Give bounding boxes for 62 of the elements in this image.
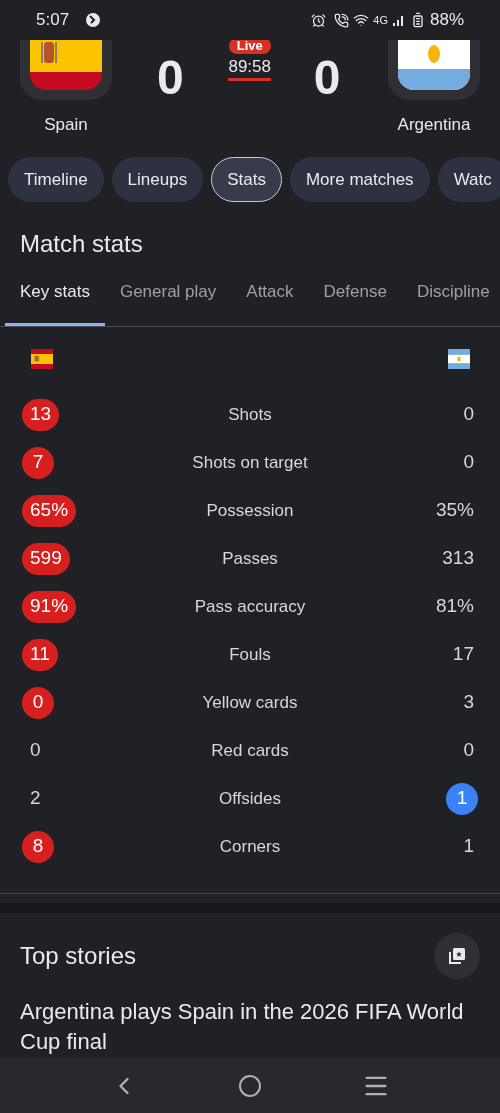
stat-label: Pass accuracy: [193, 595, 307, 618]
score: 0: [313, 50, 341, 106]
filter-chip[interactable]: Timeline: [8, 157, 104, 202]
stat-value: 81%: [435, 594, 475, 619]
flag-icon: [31, 348, 53, 369]
stat-label: Shots on target: [191, 451, 309, 474]
battery-level: 88%: [429, 9, 464, 32]
filter-chip[interactable]: More matches: [289, 157, 430, 202]
stat-label: Red cards: [210, 739, 290, 762]
home-icon[interactable]: [238, 1073, 262, 1098]
stat-label: Possession: [205, 499, 295, 522]
stats-tab[interactable]: Discipline: [401, 279, 500, 326]
stat-value: 2: [29, 786, 41, 811]
stories-button[interactable]: [434, 932, 480, 979]
stat-label: Fouls: [228, 643, 272, 666]
stat-label: Corners: [218, 835, 282, 858]
stat-label: Passes: [221, 547, 279, 570]
story-headline[interactable]: Argentina plays Spain in the 2026 FIFA World Cup final: [0, 996, 500, 1057]
stat-value: 13: [22, 398, 60, 431]
stat-value: 0: [463, 738, 475, 763]
team-name: Spain: [44, 114, 88, 136]
stat-value: 35%: [435, 498, 475, 523]
stat-value: 0: [29, 738, 41, 763]
stat-value: 3: [463, 690, 475, 715]
match-clock: 89:58: [228, 56, 271, 81]
app-icon: [85, 12, 102, 28]
stat-value: 17: [452, 642, 475, 667]
stat-value: 313: [442, 546, 475, 571]
stat-value: 1: [463, 834, 475, 859]
stats-tab[interactable]: Defense: [308, 279, 402, 326]
filter-chip[interactable]: Watc: [437, 157, 500, 202]
score: 0: [157, 50, 184, 106]
stat-value: 599: [22, 542, 70, 575]
stats-tab[interactable]: General play: [104, 279, 232, 326]
stat-value: 0: [463, 450, 475, 475]
stat-value: 65%: [22, 494, 77, 527]
filter-chip[interactable]: Lineups: [111, 157, 204, 202]
section-title: Top stories: [20, 940, 137, 971]
stat-value: 11: [22, 638, 58, 671]
stat-value: 7: [22, 446, 54, 479]
stat-value: 8: [22, 830, 54, 863]
team-name: Argentina: [397, 114, 471, 136]
stats-tab[interactable]: Attack: [231, 279, 309, 326]
flag-icon: [448, 348, 470, 369]
live-badge: Live: [228, 40, 271, 54]
stat-value: 0: [22, 686, 54, 719]
filter-chip[interactable]: Stats: [211, 157, 282, 202]
section-title: Match stats: [19, 229, 144, 259]
signal-icon: [391, 13, 406, 27]
call-icon: [334, 12, 350, 28]
alarm-icon: [311, 12, 327, 28]
stat-label: Offsides: [217, 787, 283, 810]
stat-value: 1: [446, 782, 478, 815]
wifi-icon: [353, 12, 370, 28]
stat-value: 91%: [22, 590, 77, 623]
collection-icon: [447, 945, 467, 966]
stat-label: Shots: [227, 403, 273, 426]
stat-label: Yellow cards: [201, 691, 299, 714]
status-time: 5:07: [36, 9, 70, 32]
stats-tab[interactable]: Key stats: [5, 279, 105, 326]
stat-value: 0: [463, 402, 475, 427]
network-label: 4G: [373, 12, 388, 28]
